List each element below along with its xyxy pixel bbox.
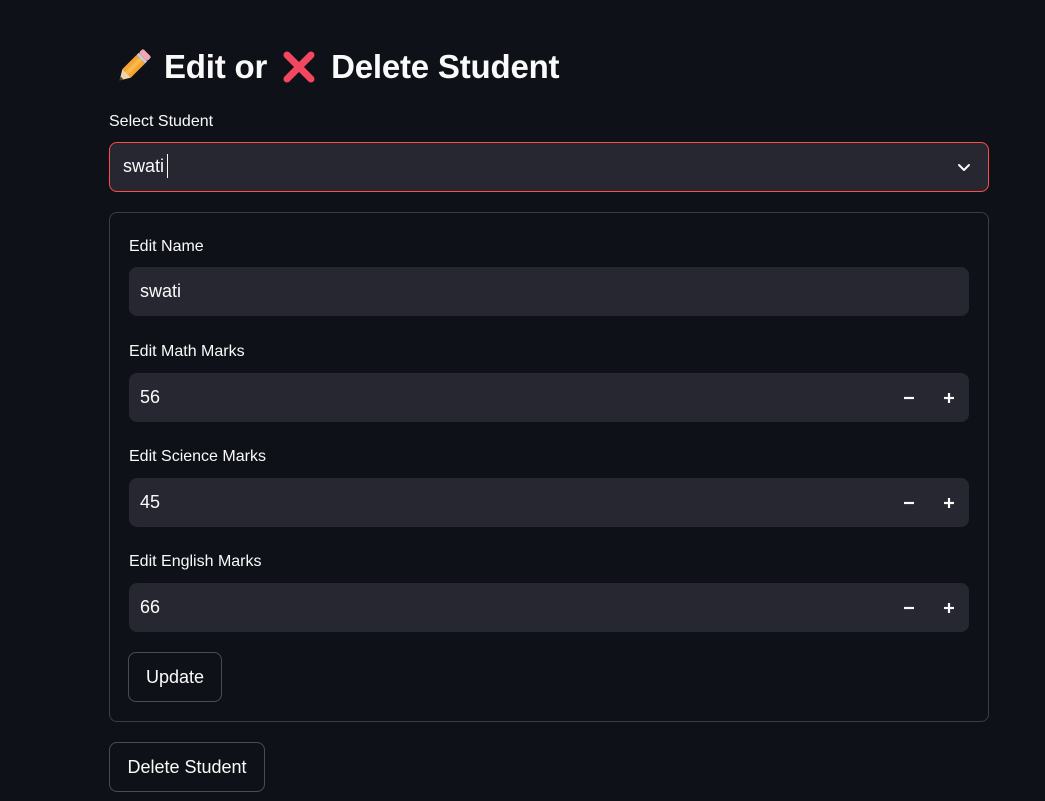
edit-math-value: 56	[140, 387, 161, 407]
english-decrement-button[interactable]	[889, 583, 929, 632]
edit-english-input[interactable]: 66	[129, 583, 969, 632]
text-cursor	[167, 153, 169, 178]
edit-science-input[interactable]: 45	[129, 478, 969, 527]
edit-science-label: Edit Science Marks	[129, 448, 266, 465]
math-decrement-button[interactable]	[889, 373, 929, 422]
page-title: Edit or Delete Student	[113, 44, 560, 90]
edit-math-input[interactable]: 56	[129, 373, 969, 422]
edit-english-label: Edit English Marks	[129, 553, 262, 570]
select-student-label: Select Student	[109, 113, 214, 130]
science-decrement-button[interactable]	[889, 478, 929, 527]
edit-math-label: Edit Math Marks	[129, 343, 245, 360]
science-increment-button[interactable]	[929, 478, 969, 527]
delete-student-button[interactable]: Delete Student	[109, 742, 265, 792]
edit-science-value: 45	[140, 492, 161, 512]
edit-english-value: 66	[140, 597, 161, 617]
edit-student-form: Edit Name swati Edit Math Marks 56 Edit …	[109, 212, 989, 722]
title-text-delete: Delete Student	[331, 48, 560, 85]
student-select[interactable]: swati	[109, 142, 989, 192]
title-text-edit: Edit or	[164, 48, 268, 85]
edit-name-label: Edit Name	[129, 238, 204, 255]
english-increment-button[interactable]	[929, 583, 969, 632]
minus-icon	[904, 396, 914, 399]
student-select-value[interactable]: swati	[123, 153, 169, 178]
cross-mark-icon	[279, 47, 319, 87]
chevron-down-icon[interactable]	[956, 159, 972, 175]
minus-icon	[904, 501, 914, 504]
minus-icon	[904, 606, 914, 609]
pencil-icon	[113, 47, 153, 87]
plus-icon	[944, 602, 954, 613]
plus-icon	[944, 497, 954, 508]
plus-icon	[944, 392, 954, 403]
edit-name-value: swati	[140, 281, 182, 301]
math-increment-button[interactable]	[929, 373, 969, 422]
edit-name-input[interactable]: swati	[129, 267, 969, 316]
update-button[interactable]: Update	[128, 652, 222, 702]
